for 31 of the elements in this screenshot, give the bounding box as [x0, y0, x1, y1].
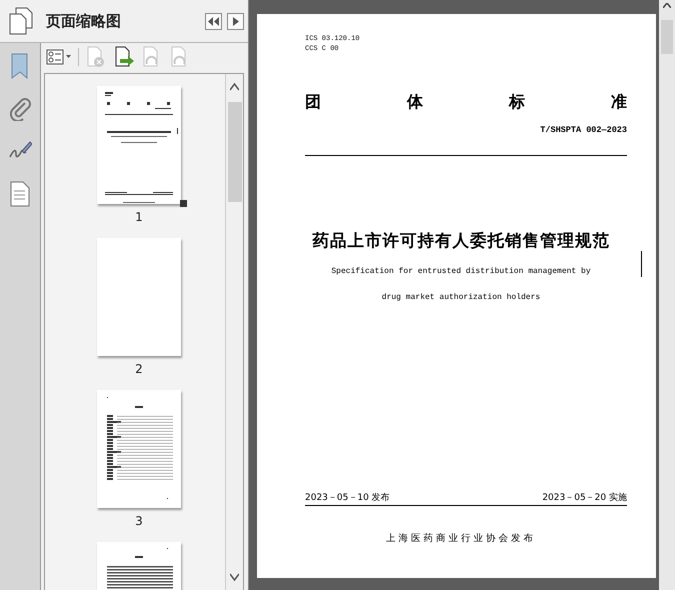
collapse-button[interactable]: [205, 12, 222, 30]
page-number: 3: [135, 514, 143, 528]
scroll-up-icon[interactable]: [663, 3, 671, 8]
list-options-icon[interactable]: [46, 49, 72, 65]
release-date: 2023－05－10 发布: [305, 492, 390, 504]
expand-button[interactable]: [227, 12, 244, 30]
implementation-date: 2023－05－20 实施: [542, 492, 627, 504]
paperclip-icon[interactable]: [9, 97, 31, 121]
scrollbar-thumb[interactable]: [661, 20, 673, 54]
heading-character: 准: [611, 92, 627, 113]
publisher: 上海医药商业行业协会发布: [385, 532, 537, 545]
standard-number: T/SHSPTA 002—2023: [540, 125, 627, 135]
english-title: drug market authorization holders: [380, 293, 542, 302]
heading-character: 标: [509, 92, 525, 113]
page-arrow-icon[interactable]: [113, 46, 135, 68]
page-number: 2: [135, 362, 143, 376]
heading-character: 体: [407, 92, 423, 113]
page-number: 1: [135, 210, 143, 224]
scrollbar-thumb[interactable]: [228, 102, 242, 202]
document-icon[interactable]: [10, 181, 30, 207]
page-thumbnail[interactable]: [97, 238, 181, 356]
page-thumbnail[interactable]: [97, 86, 181, 204]
text-cursor: [641, 251, 642, 277]
document-title: 药品上市许可持有人委托销售管理规范: [311, 230, 611, 252]
heading-character: 团: [305, 92, 321, 113]
pages-icon[interactable]: [9, 7, 33, 35]
english-title: Specification for entrusted distribution management by: [330, 267, 592, 276]
right-arrow-icon: [232, 16, 238, 26]
double-left-arrow-icon: [208, 16, 219, 26]
panel-title: 页面缩略图: [44, 12, 122, 30]
page-thumbnail[interactable]: [97, 390, 181, 508]
